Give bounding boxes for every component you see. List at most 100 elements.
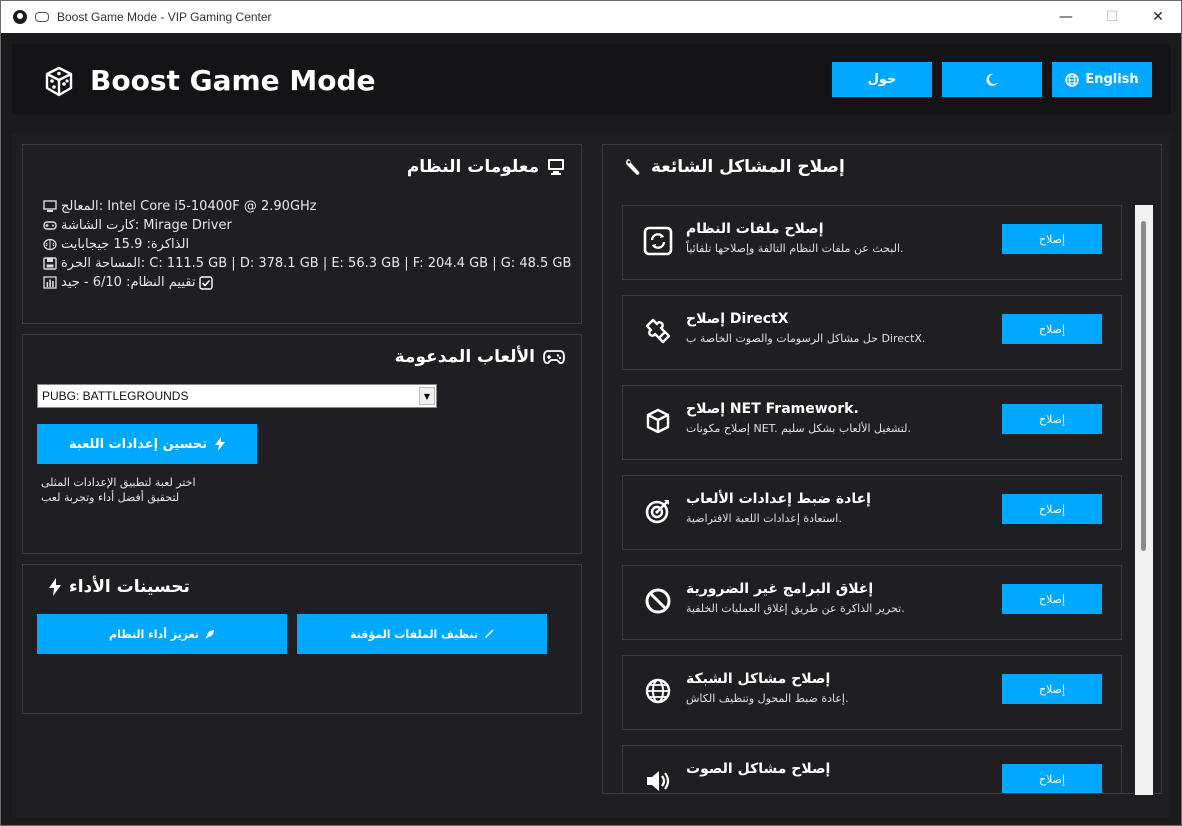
desktop-icon [548,159,564,175]
globe-icon [645,678,671,704]
title-bar[interactable]: Boost Game Mode - VIP Gaming Center — ☐ … [1,1,1181,33]
moon-icon [986,73,998,86]
boost-system-label: تعزيز أداء النظام [109,627,199,641]
brain-icon [43,238,57,251]
game-select-value: PUBG: BATTLEGROUNDS [42,389,189,403]
fix-description: تحرير الذاكرة عن طريق إغلاق العمليات الخ… [686,602,905,615]
check-box-icon [199,275,214,290]
fix-button[interactable]: إصلاح [1002,674,1102,704]
disk-info: المساحة الحرة: C: 111.5 GB | D: 378.1 GB… [61,256,572,271]
troubleshoot-scrollbar[interactable] [1135,205,1153,795]
game-hint-line1: اختر لعبة لتطبيق الإعدادات المثلى [41,476,196,489]
troubleshoot-panel: إصلاح المشاكل الشائعة إصلاح ملفات النظام… [602,144,1162,795]
globe-icon [1065,72,1080,87]
app-header: Boost Game Mode حول English [12,44,1171,114]
close-button[interactable]: ✕ [1135,1,1181,33]
app-window: Boost Game Mode - VIP Gaming Center — ☐ … [0,0,1182,826]
gpu-row: كارت الشاشة: Mirage Driver [43,216,571,235]
game-select[interactable]: PUBG: BATTLEGROUNDS ▼ [37,384,437,408]
bar-chart-icon [43,276,57,289]
maximize-button[interactable]: ☐ [1089,1,1135,33]
gamepad-icon [35,12,49,22]
rocket-icon [205,630,214,639]
fix-description: إصلاح مكونات NET. لتشغيل الألعاب بشكل سل… [686,422,911,435]
memory-row: الذاكرة: 15.9 جيجابايت [43,235,571,254]
game-hint-line2: لتحقيق أفضل أداء وتجربة لعب [41,491,180,504]
language-label: English [1085,72,1139,87]
window-controls: — ☐ ✕ [1043,1,1181,33]
fix-description: إعادة ضبط المحول وتنظيف الكاش. [686,692,849,705]
fix-card-net-framework: إصلاح NET Framework. إصلاح مكونات NET. ل… [622,385,1122,460]
puzzle-icon [645,318,671,344]
system-info-panel: معلومات النظام المعالج: Intel Core i5-10… [22,144,582,324]
fix-title: إصلاح مشاكل الشبكة [686,671,831,687]
dropdown-arrow-icon[interactable]: ▼ [419,387,435,405]
fix-card-directx: إصلاح DirectX حل مشاكل الرسومات والصوت ا… [622,295,1122,370]
fix-title: إصلاح NET Framework. [686,401,859,417]
fix-card-close-programs: إغلاق البرامج غير الضرورية تحرير الذاكرة… [622,565,1122,640]
performance-header: تحسينات الأداء [49,577,190,597]
cube-icon [646,408,670,434]
block-icon [645,588,671,614]
fix-button[interactable]: إصلاح [1002,764,1102,793]
fix-card-system-files: إصلاح ملفات النظام البحث عن ملفات النظام… [622,205,1122,280]
memory-info: الذاكرة: 15.9 جيجابايت [61,237,190,252]
fix-description: البحث عن ملفات النظام التالفة وإصلاحها ت… [686,242,904,255]
fix-card-network: إصلاح مشاكل الشبكة إعادة ضبط المحول وتنظ… [622,655,1122,730]
system-files-icon [643,226,673,256]
cpu-info: المعالج: Intel Core i5-10400F @ 2.90GHz [61,199,317,214]
bolt-icon [215,437,226,451]
troubleshoot-header: إصلاح المشاكل الشائعة [625,157,845,177]
about-button[interactable]: حول [832,62,932,97]
fix-button[interactable]: إصلاح [1002,494,1102,524]
language-button[interactable]: English [1052,62,1152,97]
monitor-icon [43,200,57,212]
troubleshoot-list[interactable]: إصلاح ملفات النظام البحث عن ملفات النظام… [611,195,1141,793]
rating-row: تقييم النظام: 6/10 - جيد [43,273,571,292]
boost-system-button[interactable]: تعزيز أداء النظام [37,614,287,654]
speaker-icon [647,771,670,791]
theme-toggle-button[interactable] [942,62,1042,97]
system-info-title: معلومات النظام [406,157,539,177]
target-icon [645,500,669,524]
fix-card-reset-games: إعادة ضبط إعدادات الألعاب استعادة إعدادا… [622,475,1122,550]
system-info-list: المعالج: Intel Core i5-10400F @ 2.90GHz … [43,197,571,292]
clean-temp-label: تنظيف الملفات المؤقتة [350,627,478,641]
supported-games-panel: الألعاب المدعومة PUBG: BATTLEGROUNDS ▼ ت… [22,334,582,554]
window-title: Boost Game Mode - VIP Gaming Center [57,10,272,24]
system-info-header: معلومات النظام [407,157,565,177]
minimize-button[interactable]: — [1043,1,1089,33]
fix-button[interactable]: إصلاح [1002,224,1102,254]
brand-title: Boost Game Mode [90,64,376,97]
scrollbar-thumb[interactable] [1141,221,1146,551]
troubleshoot-title: إصلاح المشاكل الشائعة [651,157,845,177]
fix-title: إصلاح DirectX [686,311,789,327]
fix-card-audio: إصلاح مشاكل الصوت إصلاح [622,745,1122,793]
app-logo-icon [13,10,27,24]
rating-info: تقييم النظام: 6/10 - جيد [61,275,196,290]
floppy-icon [43,257,57,270]
game-hint: اختر لعبة لتطبيق الإعدادات المثلى لتحقيق… [41,475,221,505]
fix-button[interactable]: إصلاح [1002,404,1102,434]
fix-title: إصلاح ملفات النظام [686,221,824,237]
optimize-game-button[interactable]: تحسين إعدادات اللعبة [37,424,257,464]
gpu-info: كارت الشاشة: Mirage Driver [61,218,232,233]
performance-title: تحسينات الأداء [69,577,190,597]
optimize-game-label: تحسين إعدادات اللعبة [68,436,208,452]
gamepad-icon [543,350,565,365]
supported-games-title: الألعاب المدعومة [394,347,535,367]
about-label: حول [867,72,897,87]
disk-row: المساحة الحرة: C: 111.5 GB | D: 378.1 GB… [43,254,571,273]
clean-temp-button[interactable]: تنظيف الملفات المؤقتة [297,614,547,654]
supported-games-header: الألعاب المدعومة [395,347,565,367]
fix-description: حل مشاكل الرسومات والصوت الخاصة ب Direct… [686,332,926,345]
gamepad-icon [43,221,57,230]
main-content: معلومات النظام المعالج: Intel Core i5-10… [12,134,1171,817]
broom-icon [485,629,494,638]
cpu-row: المعالج: Intel Core i5-10400F @ 2.90GHz [43,197,571,216]
fix-button[interactable]: إصلاح [1002,314,1102,344]
fix-title: إغلاق البرامج غير الضرورية [686,581,874,597]
fix-title: إعادة ضبط إعدادات الألعاب [686,491,871,507]
wrench-icon [626,159,640,175]
fix-button[interactable]: إصلاح [1002,584,1102,614]
